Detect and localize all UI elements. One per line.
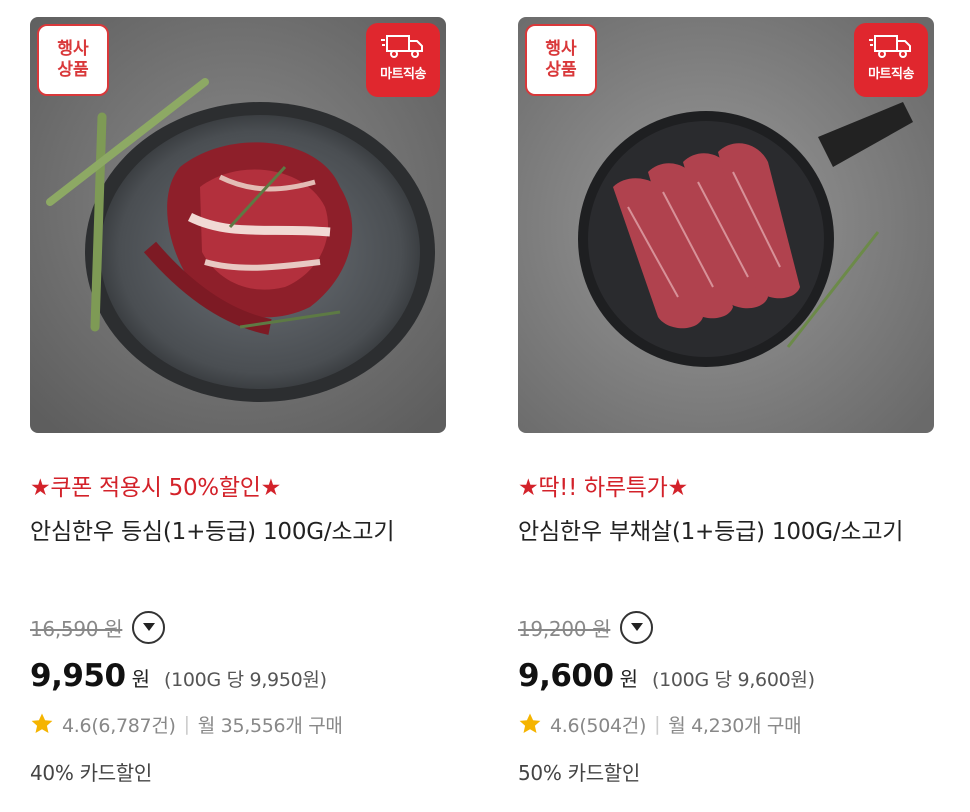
product-grid: 행사 상품 마트직송 ★쿠폰 적용시 50%할인★ 안심한우 등심(1+등급) …: [0, 0, 970, 812]
rating-value: 4.6(504건): [550, 714, 647, 737]
original-price: 16,590 원: [30, 616, 123, 641]
event-badge-line2: 상품: [57, 60, 89, 80]
star-icon: [519, 713, 541, 733]
mart-delivery-badge: 마트직송: [366, 23, 440, 97]
original-price: 19,200 원: [518, 616, 611, 641]
rating-row: 4.6(6,787건) | 월 35,556개 구매: [30, 711, 446, 737]
price-detail-button[interactable]: [132, 610, 166, 644]
mart-delivery-badge: 마트직송: [854, 23, 928, 97]
card-discount: 50% 카드할인: [518, 761, 641, 785]
truck-icon: [381, 35, 423, 58]
event-badge: 행사 상품: [37, 24, 109, 96]
product-name[interactable]: 안심한우 부채살(1+등급) 100G/소고기: [518, 512, 934, 592]
sale-price: 9,600: [518, 658, 614, 694]
currency-label: 원: [131, 667, 150, 691]
monthly-sales: 월 35,556개 구매: [197, 714, 343, 737]
chevron-down-icon: [142, 623, 155, 631]
promo-text: ★딱!! 하루특가★: [518, 475, 688, 501]
card-discount: 40% 카드할인: [30, 761, 153, 785]
original-price-row: 19,200 원: [518, 610, 934, 644]
product-card[interactable]: 행사 상품 마트직송 ★쿠폰 적용시 50%할인★ 안심한우 등심(1+등급) …: [30, 17, 446, 786]
sale-price: 9,950: [30, 658, 126, 694]
product-image[interactable]: 행사 상품 마트직송: [518, 17, 934, 433]
product-image[interactable]: 행사 상품 마트직송: [30, 17, 446, 433]
price-row: 9,950 원 (100G 당 9,950원): [30, 658, 446, 696]
promo-text: ★쿠폰 적용시 50%할인★: [30, 475, 281, 501]
rating-value: 4.6(6,787건): [62, 714, 176, 737]
divider: |: [654, 713, 661, 735]
delivery-badge-label: 마트직송: [868, 67, 914, 82]
unit-price: (100G 당 9,600원): [651, 669, 815, 691]
event-badge-line1: 행사: [545, 39, 577, 59]
event-badge: 행사 상품: [525, 24, 597, 96]
product-name[interactable]: 안심한우 등심(1+등급) 100G/소고기: [30, 512, 446, 592]
product-card[interactable]: 행사 상품 마트직송 ★딱!! 하루특가★ 안심한우 부채살(1+등급) 100…: [518, 17, 934, 786]
star-icon: [31, 713, 53, 733]
divider: |: [183, 713, 190, 735]
monthly-sales: 월 4,230개 구매: [668, 714, 802, 737]
original-price-row: 16,590 원: [30, 610, 446, 644]
unit-price: (100G 당 9,950원): [163, 669, 327, 691]
price-detail-button[interactable]: [620, 610, 654, 644]
rating-row: 4.6(504건) | 월 4,230개 구매: [518, 711, 934, 737]
event-badge-line1: 행사: [57, 39, 89, 59]
chevron-down-icon: [630, 623, 643, 631]
currency-label: 원: [619, 667, 638, 691]
truck-icon: [869, 35, 911, 58]
price-row: 9,600 원 (100G 당 9,600원): [518, 658, 934, 696]
event-badge-line2: 상품: [545, 60, 577, 80]
delivery-badge-label: 마트직송: [380, 67, 426, 82]
